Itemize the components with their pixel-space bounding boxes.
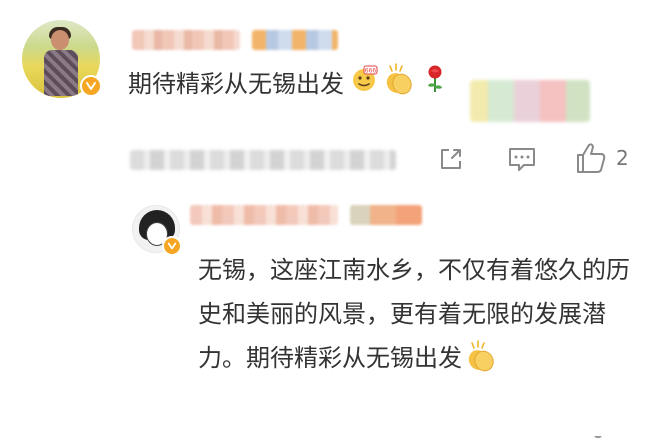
avatar-body [44,50,78,96]
avatar-face [51,30,69,50]
commenter-badge-blurred [252,30,338,50]
reply-text: 无锡，这座江南水乡，不仅有着悠久的历史和美丽的风景，更有着无限的发展潜力。期待精… [198,256,630,372]
thinking-666-emoji-icon: 666 [350,65,378,103]
share-button[interactable] [437,145,465,173]
thumbs-up-icon [577,143,606,173]
like-button[interactable]: 2 [574,140,629,176]
more-caret-icon [594,436,602,442]
reply-content: 无锡，这座江南水乡，不仅有着悠久的历史和美丽的风景，更有着无限的发展潜力。期待精… [198,248,643,381]
comment-meta-blurred [130,150,396,170]
reply-button[interactable] [507,145,537,173]
share-icon [441,149,461,169]
like-count: 2 [616,146,629,170]
commenter-name-blurred[interactable] [132,30,240,50]
clapping-hands-emoji-icon [382,62,416,106]
rose-emoji-icon [424,64,446,104]
comment-content: 期待精彩从无锡出发 666 [128,62,446,106]
user-medal-badges-blurred [470,80,590,122]
verified-badge-icon [80,75,102,97]
replier-name-blurred[interactable] [190,205,338,225]
comment-text: 期待精彩从无锡出发 [128,70,344,98]
verified-badge-icon [162,236,182,256]
svg-text:666: 666 [365,68,377,75]
replier-badge-blurred [350,205,422,225]
comment-icon [509,148,535,171]
clapping-hands-emoji-icon [464,337,498,381]
